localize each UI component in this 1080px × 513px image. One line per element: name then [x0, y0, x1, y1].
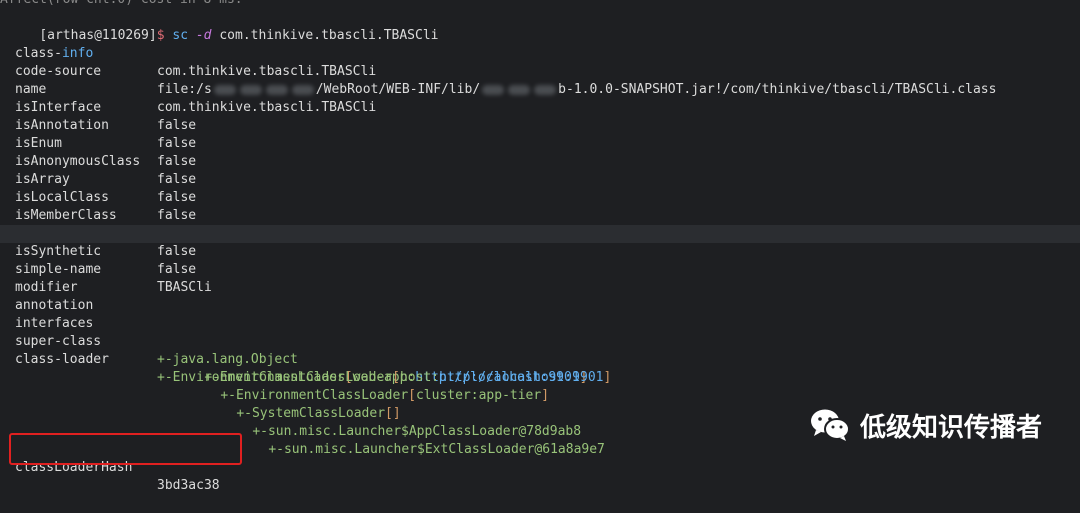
loader-tree-level-4: +-sun.misc.Launcher$AppClassLoader@78d9a… — [252, 424, 582, 439]
row-modifier: modifier — [0, 261, 1080, 295]
command-prompt-line: [arthas@110269]$ sc -d com.thinkive.tbas… — [8, 9, 438, 43]
row-class-info: class-info com.thinkive.tbascli.TBASCli — [0, 27, 1080, 79]
row-isAnonymousClass: isAnonymousClass false — [0, 135, 1080, 187]
row-key: class-loader — [15, 352, 109, 367]
row-annotation: annotation — [0, 279, 1080, 313]
highlight-box — [9, 433, 242, 465]
loader-tree-level-3: +-SystemClassLoader[] — [236, 406, 401, 421]
row-class-loader: class-loader +-EnvironmentClassLoader[we… — [0, 333, 1080, 385]
watermark-text: 低级知识传播者 — [859, 412, 1042, 443]
wechat-icon — [810, 409, 850, 441]
loader-tree-level-1: +-EnvironmentClassLoader[host:http://loc… — [204, 370, 612, 385]
row-code-source: code-source file:/s/WebRoot/WEB-INF/lib/… — [0, 45, 1080, 97]
row-isLocalClass: isLocalClass false — [0, 171, 1080, 223]
row-interfaces: interfaces — [0, 297, 1080, 331]
row-isPrimitive: isPrimitive false — [0, 207, 1080, 259]
loader-tree-level-2: +-EnvironmentClassLoader[cluster:app-tie… — [220, 388, 550, 403]
row-isArray: isArray false — [0, 153, 1080, 205]
previous-output-line: Affect(row-cnt:0) cost in 8 ms. — [0, 0, 243, 9]
row-super-class: super-class +-java.lang.Object — [0, 315, 1080, 367]
row-isSynthetic: isSynthetic false — [0, 225, 1080, 277]
row-isAnnotation: isAnnotation false — [0, 99, 1080, 151]
watermark: 低级知识传播者 — [810, 408, 1042, 443]
row-isEnum: isEnum false — [0, 117, 1080, 169]
row-value: 3bd3ac38 — [157, 478, 220, 493]
row-isInterface: isInterface false — [0, 81, 1080, 133]
terminal[interactable]: Affect(row-cnt:0) cost in 8 ms. [arthas@… — [0, 0, 1080, 493]
row-simple-name: simple-name TBASCli — [0, 243, 1080, 295]
loader-tree-level-5: +-sun.misc.Launcher$ExtClassLoader@61a8a… — [268, 442, 605, 457]
row-name: name com.thinkive.tbascli.TBASCli — [0, 63, 1080, 115]
row-isMemberClass: isMemberClass false — [0, 189, 1080, 241]
